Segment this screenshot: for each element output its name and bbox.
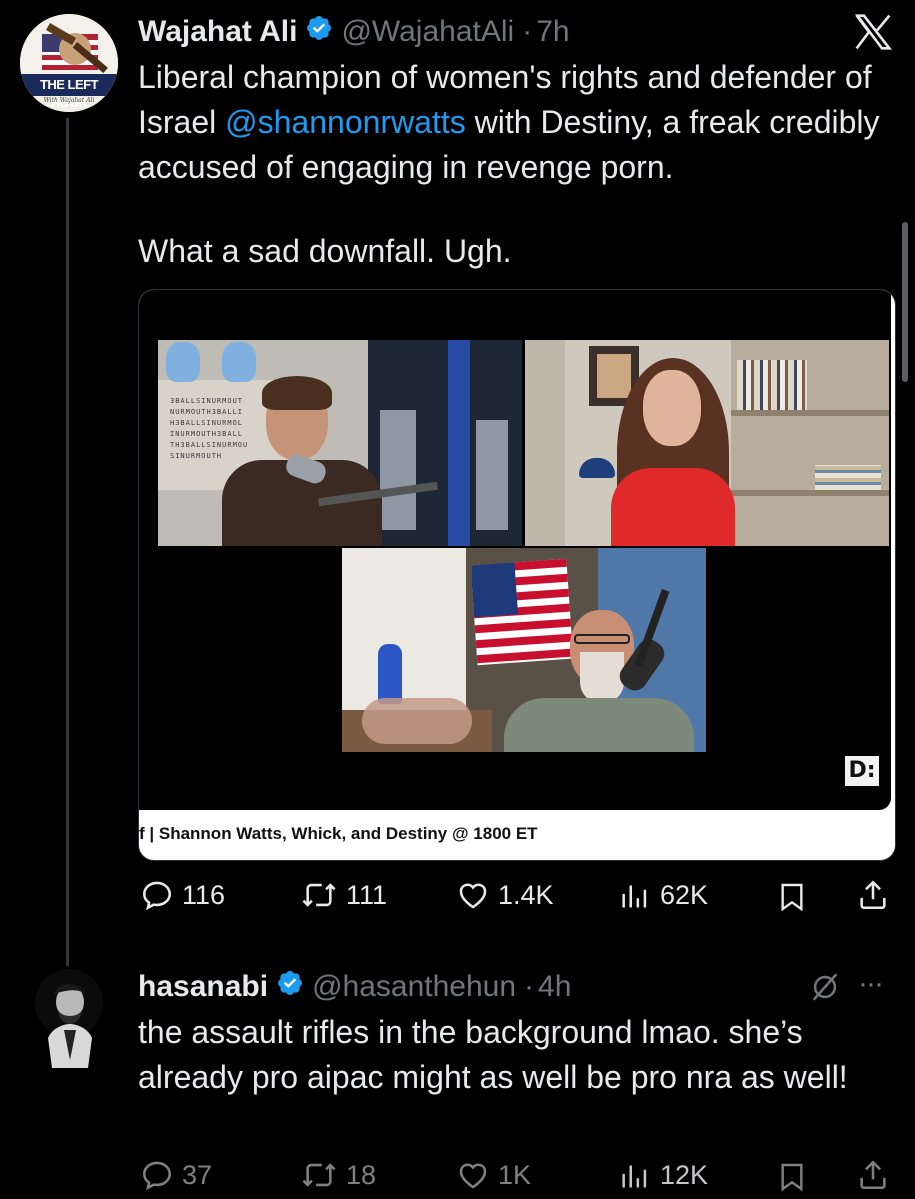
- repost-count: 111: [346, 879, 388, 910]
- avatar-caption: With Wajahat Ali: [43, 97, 95, 104]
- glasses: [574, 634, 630, 644]
- like-button[interactable]: 1K: [456, 1158, 531, 1192]
- thread-line: [66, 118, 69, 966]
- timestamp[interactable]: 7h: [536, 15, 569, 49]
- bookmark-icon: [776, 880, 808, 914]
- repost-button[interactable]: 18: [300, 1158, 376, 1192]
- tweet1-text: Liberal champion of women's rights and d…: [138, 55, 898, 190]
- like-button[interactable]: 1.4K: [456, 878, 554, 912]
- display-name[interactable]: Wajahat Ali: [138, 15, 297, 49]
- more-icon[interactable]: ···: [858, 966, 884, 1002]
- like-icon: [456, 878, 490, 912]
- separator: ·: [524, 970, 535, 1003]
- handle[interactable]: @hasanthehun: [312, 970, 516, 1004]
- reply-button[interactable]: 37: [140, 1158, 212, 1192]
- mention-link[interactable]: @shannonrwatts: [225, 104, 466, 140]
- blurred-hand: [362, 698, 472, 744]
- display-name[interactable]: hasanabi: [138, 970, 268, 1004]
- like-count: 1K: [498, 1159, 532, 1190]
- plush-toy: [222, 342, 256, 382]
- avatar-wajahat[interactable]: THE LEFT HOOK With Wajahat Ali: [20, 14, 118, 112]
- scrollbar[interactable]: [902, 222, 908, 382]
- verified-badge-icon: [305, 14, 333, 50]
- pegboard: [380, 410, 416, 530]
- views-count: 62K: [660, 879, 709, 910]
- views-icon: [618, 878, 652, 912]
- reply-icon: [140, 1158, 174, 1192]
- repost-icon: [300, 1158, 338, 1192]
- reply-button[interactable]: 116: [140, 878, 225, 912]
- views-button[interactable]: 12K: [618, 1158, 708, 1192]
- share-icon: [856, 878, 890, 912]
- bookmark-button[interactable]: [776, 880, 808, 914]
- share-button[interactable]: [856, 1158, 890, 1192]
- media-caption: f | Shannon Watts, Whick, and Destiny @ …: [139, 824, 538, 843]
- video-frame[interactable]: 3BALLSINURMOUT NURMOUTH3BALLI H3BALLSINU…: [139, 290, 891, 810]
- person-head: [643, 370, 701, 446]
- person-beard: [580, 652, 624, 702]
- verified-badge-icon: [276, 969, 304, 1005]
- repost-button[interactable]: 111: [300, 878, 387, 912]
- share-icon: [856, 1158, 890, 1192]
- american-flag: [472, 558, 572, 666]
- video-panel-shannon: [525, 340, 889, 546]
- figurine: [378, 644, 402, 704]
- pegboard: [476, 420, 508, 530]
- reply-count: 116: [182, 879, 226, 910]
- books: [737, 360, 807, 410]
- like-icon: [456, 1158, 490, 1192]
- video-panel-whick: [342, 548, 706, 752]
- repost-icon: [300, 878, 338, 912]
- channel-logo: D:: [845, 756, 879, 786]
- repost-count: 18: [346, 1159, 377, 1190]
- person-body: [611, 468, 735, 546]
- avatar-badge-text: THE LEFT HOOK: [39, 77, 99, 110]
- plush-toy: [166, 342, 200, 382]
- x-logo-icon[interactable]: [853, 14, 893, 55]
- bookmark-icon: [776, 1160, 808, 1194]
- person-body: [504, 698, 694, 752]
- reply-count: 37: [182, 1159, 213, 1190]
- timestamp[interactable]: 4h: [538, 970, 571, 1004]
- tweet2-text: the assault rifles in the background lma…: [138, 1014, 848, 1095]
- like-count: 1.4K: [498, 879, 554, 910]
- media-card[interactable]: 3BALLSINURMOUT NURMOUTH3BALLI H3BALLSINU…: [138, 289, 896, 861]
- views-count: 12K: [660, 1159, 709, 1190]
- cap: [579, 458, 615, 478]
- tweet1-text-para2: What a sad downfall. Ugh.: [138, 233, 512, 269]
- tweet1-header: Wajahat Ali @WajahatAli · 7h: [138, 12, 570, 52]
- video-panel-destiny: 3BALLSINURMOUT NURMOUTH3BALLI H3BALLSINU…: [158, 340, 522, 546]
- reply-icon: [140, 878, 174, 912]
- separator: ·: [522, 15, 533, 48]
- views-icon: [618, 1158, 652, 1192]
- bookmark-button[interactable]: [776, 1160, 808, 1194]
- avatar-image: [35, 969, 103, 1068]
- share-button[interactable]: [856, 878, 890, 912]
- books: [815, 465, 881, 490]
- grok-icon[interactable]: [808, 970, 842, 1009]
- handle[interactable]: @WajahatAli: [341, 15, 514, 49]
- avatar-hasanabi[interactable]: [34, 968, 104, 1078]
- views-button[interactable]: 62K: [618, 878, 708, 912]
- tweet2-header: hasanabi @hasanthehun · 4h: [138, 967, 571, 1007]
- channel-logo-text: D:: [848, 758, 876, 783]
